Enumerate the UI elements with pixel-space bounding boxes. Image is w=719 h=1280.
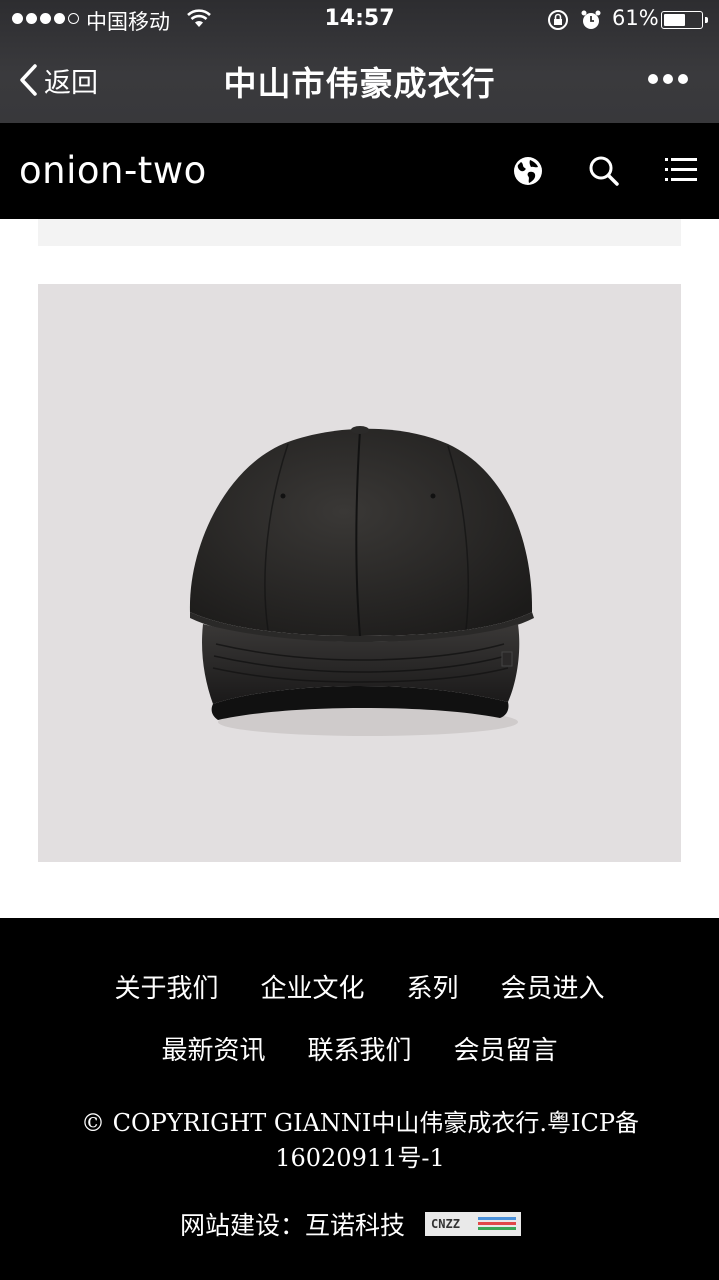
content-divider bbox=[38, 219, 681, 246]
footer-link-contact[interactable]: 联系我们 bbox=[307, 1036, 411, 1066]
footer-links-row-2: 最新资讯 联系我们 会员留言 bbox=[0, 1030, 719, 1067]
menu-icon[interactable] bbox=[665, 155, 697, 185]
footer-link-about[interactable]: 关于我们 bbox=[114, 974, 218, 1004]
footer-links-row-1: 关于我们 企业文化 系列 会员进入 bbox=[0, 968, 719, 1005]
site-builder-text[interactable]: 网站建设：互诺科技 bbox=[180, 1206, 405, 1242]
globe-icon[interactable] bbox=[512, 155, 544, 187]
copyright-text: © COPYRIGHT GIANNI中山伟豪成衣行.粤ICP备16020911号… bbox=[80, 1109, 640, 1172]
site-footer: 关于我们 企业文化 系列 会员进入 最新资讯 联系我们 会员留言 © COPYRIGHT … bbox=[0, 918, 719, 1280]
wechat-nav-bar: 返回 中山市伟豪成衣行 bbox=[0, 40, 719, 123]
page-title: 中山市伟豪成衣行 bbox=[223, 64, 496, 103]
footer-link-culture[interactable]: 企业文化 bbox=[260, 974, 364, 1004]
site-builder: 网站建设：互诺科技 CNZZ bbox=[180, 1206, 522, 1242]
cnzz-stats-badge[interactable]: CNZZ bbox=[425, 1212, 522, 1236]
cnzz-bars-icon bbox=[478, 1217, 517, 1232]
rotation-lock-icon bbox=[548, 10, 568, 30]
site-logo[interactable]: onion-two bbox=[19, 149, 207, 192]
search-icon[interactable] bbox=[588, 155, 620, 187]
footer-link-series[interactable]: 系列 bbox=[407, 974, 459, 1004]
status-bar: 中国移动 14:57 61% bbox=[0, 0, 719, 40]
site-header: onion-two bbox=[0, 123, 719, 219]
cnzz-badge-label: CNZZ bbox=[431, 1217, 460, 1231]
footer-link-member-login[interactable]: 会员进入 bbox=[501, 974, 605, 1004]
battery-icon bbox=[661, 11, 708, 29]
footer-link-member-message[interactable]: 会员留言 bbox=[454, 1036, 558, 1066]
product-image[interactable] bbox=[38, 284, 681, 862]
baseball-cap-image bbox=[189, 426, 534, 736]
more-options-button[interactable] bbox=[648, 74, 688, 84]
battery-percent: 61% bbox=[612, 6, 659, 30]
app-chrome: 中国移动 14:57 61% 返回 中山市伟豪成衣行 bbox=[0, 0, 719, 123]
footer-link-news[interactable]: 最新资讯 bbox=[161, 1036, 265, 1066]
alarm-icon bbox=[581, 10, 601, 29]
